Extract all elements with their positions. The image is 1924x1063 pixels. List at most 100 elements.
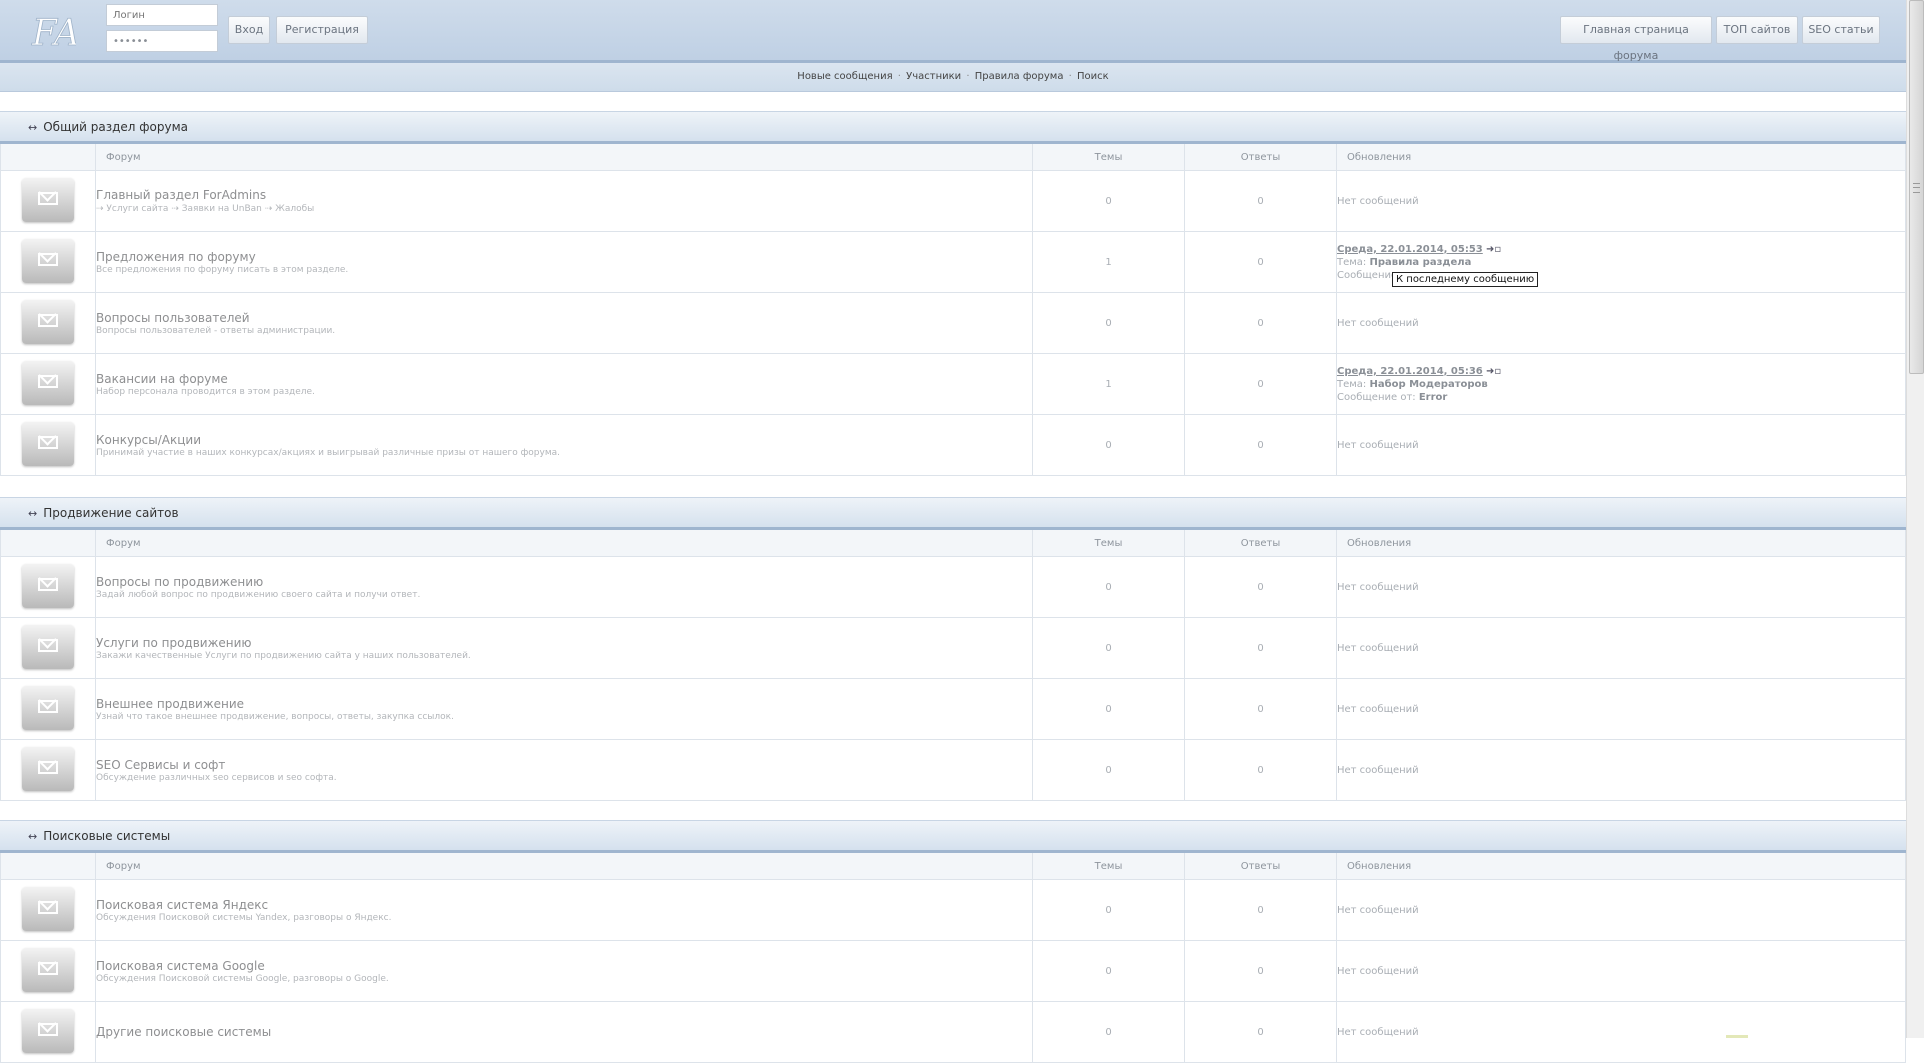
forum-row: Предложения по форуму Все предложения по… — [0, 231, 1906, 293]
topics-count: 1 — [1032, 353, 1185, 415]
login-button[interactable]: Вход — [228, 16, 270, 44]
forum-row: Внешнее продвижение Узнай что такое внеш… — [0, 678, 1906, 740]
column-header-forum: Форум — [95, 144, 1033, 171]
replies-count: 0 — [1184, 1001, 1337, 1063]
topics-count: 0 — [1032, 292, 1185, 354]
forum-description: Обсуждение различных seo сервисов и seo … — [96, 772, 337, 783]
forum-name-cell: Поисковая система Google Обсуждения Поис… — [95, 940, 1033, 1002]
forum-title-link[interactable]: Вакансии на форуме — [96, 372, 1032, 386]
subforum-link[interactable]: Услуги сайта — [106, 204, 168, 214]
topics-count: 0 — [1032, 556, 1185, 618]
double-arrow-icon: ↔ — [28, 121, 38, 134]
envelope-icon — [22, 563, 74, 608]
forum-row: Услуги по продвижению Закажи качественны… — [0, 617, 1906, 679]
last-update: Нет сообщений — [1336, 414, 1906, 476]
last-author-link[interactable]: Error — [1419, 392, 1448, 403]
column-header-topics: Темы — [1032, 853, 1185, 880]
topic-label: Тема: — [1337, 378, 1367, 390]
register-button[interactable]: Регистрация — [276, 16, 368, 44]
forum-status-cell — [0, 231, 96, 293]
forum-title-link[interactable]: Вопросы по продвижению — [96, 575, 1032, 589]
forum-description: Обсуждения Поисковой системы Google, раз… — [96, 973, 389, 984]
envelope-icon — [22, 685, 74, 730]
double-arrow-icon: ↔ — [28, 830, 38, 843]
forum-title-link[interactable]: Предложения по форуму — [96, 250, 1032, 264]
forum-status-cell — [0, 414, 96, 476]
section-header[interactable]: ↔ Общий раздел форума — [0, 111, 1906, 144]
members-link[interactable]: Участники — [906, 71, 961, 82]
new-messages-link[interactable]: Новые сообщения — [797, 71, 892, 82]
section-title: Продвижение сайтов — [43, 506, 179, 520]
section-header[interactable]: ↔ Поисковые системы — [0, 820, 1906, 853]
topics-count: 1 — [1032, 231, 1185, 293]
forum-name-cell: Другие поисковые системы — [95, 1001, 1033, 1063]
forum-status-cell — [0, 1001, 96, 1063]
forum-title-link[interactable]: Главный раздел ForAdmins — [96, 188, 1032, 202]
forum-name-cell: Поисковая система Яндекс Обсуждения Поис… — [95, 879, 1033, 941]
scrollbar-thumb[interactable] — [1909, 0, 1924, 374]
topic-label: Тема: — [1337, 256, 1367, 268]
forum-status-cell — [0, 940, 96, 1002]
last-topic-link[interactable]: Набор Модераторов — [1370, 379, 1488, 390]
nav-top-sites-button[interactable]: ТОП сайтов — [1716, 16, 1798, 44]
replies-count: 0 — [1184, 879, 1337, 941]
column-header-topics: Темы — [1032, 144, 1185, 171]
forum-description: Задай любой вопрос по продвижению своего… — [96, 589, 421, 600]
forum-title-link[interactable]: Конкурсы/Акции — [96, 433, 1032, 447]
forum-title-link[interactable]: Внешнее продвижение — [96, 697, 1032, 711]
column-header-replies: Ответы — [1184, 144, 1337, 171]
forum-description: Вопросы пользователей - ответы администр… — [96, 325, 336, 336]
go-to-last-post-icon[interactable]: ➜▫ — [1486, 365, 1502, 377]
last-update: Нет сообщений — [1336, 556, 1906, 618]
icon-column-header — [0, 853, 96, 880]
forum-status-cell — [0, 617, 96, 679]
forum-title-link[interactable]: Вопросы пользователей — [96, 311, 1032, 325]
separator: · — [897, 71, 901, 82]
last-update: Нет сообщений — [1336, 292, 1906, 354]
forum-title-link[interactable]: Поисковая система Яндекс — [96, 898, 1032, 912]
vertical-scrollbar[interactable] — [1906, 0, 1924, 1038]
subforum-link[interactable]: Заявки на UnBan — [182, 204, 262, 214]
last-update: Среда, 22.01.2014, 05:53 ➜▫ Тема: Правил… — [1336, 231, 1906, 293]
forum-row: Вопросы по продвижению Задай любой вопро… — [0, 556, 1906, 618]
subforum-link[interactable]: Жалобы — [275, 204, 314, 214]
replies-count: 0 — [1184, 739, 1337, 801]
forum-table: Форум Темы Ответы Обновления Главный раз… — [0, 144, 1906, 476]
site-logo[interactable]: FA — [30, 5, 76, 53]
forum-name-cell: Вопросы по продвижению Задай любой вопро… — [95, 556, 1033, 618]
forum-title-link[interactable]: Поисковая система Google — [96, 959, 1032, 973]
column-header-forum: Форум — [95, 853, 1033, 880]
replies-count: 0 — [1184, 170, 1337, 232]
last-update: Нет сообщений — [1336, 879, 1906, 941]
table-header-row: Форум Темы Ответы Обновления — [0, 530, 1906, 557]
envelope-icon — [22, 624, 74, 669]
column-header-topics: Темы — [1032, 530, 1185, 557]
section-header[interactable]: ↔ Продвижение сайтов — [0, 497, 1906, 530]
last-post-date-link[interactable]: Среда, 22.01.2014, 05:53 — [1337, 244, 1483, 255]
nav-main-page-button[interactable]: Главная страница форума — [1560, 16, 1712, 62]
separator: · — [966, 71, 970, 82]
subforum-arrow-icon: ⇢ — [264, 204, 273, 214]
forum-row: Другие поисковые системы 0 0 Нет сообщен… — [0, 1001, 1906, 1063]
envelope-icon — [22, 886, 74, 931]
forum-title-link[interactable]: Услуги по продвижению — [96, 636, 1032, 650]
last-update: Нет сообщений — [1336, 170, 1906, 232]
last-post-date-link[interactable]: Среда, 22.01.2014, 05:36 — [1337, 366, 1483, 377]
password-input[interactable] — [106, 30, 218, 52]
forum-title-link[interactable]: Другие поисковые системы — [96, 1025, 1032, 1039]
forum-title-link[interactable]: SEO Сервисы и софт — [96, 758, 1032, 772]
forum-status-cell — [0, 879, 96, 941]
login-input[interactable] — [106, 4, 218, 26]
search-link[interactable]: Поиск — [1077, 71, 1109, 82]
forum-row: Поисковая система Google Обсуждения Поис… — [0, 940, 1906, 1002]
last-topic-link[interactable]: Правила раздела — [1370, 257, 1472, 268]
author-label: Сообщение от: — [1337, 391, 1416, 403]
nav-seo-articles-button[interactable]: SEO статьи — [1802, 16, 1880, 44]
forum-description: Закажи качественные Услуги по продвижени… — [96, 650, 471, 661]
replies-count: 0 — [1184, 414, 1337, 476]
subforum-arrow-icon: ⇢ — [96, 204, 104, 214]
go-to-last-post-icon[interactable]: ➜▫ — [1486, 243, 1502, 255]
topics-count: 0 — [1032, 170, 1185, 232]
replies-count: 0 — [1184, 292, 1337, 354]
forum-rules-link[interactable]: Правила форума — [975, 71, 1064, 82]
